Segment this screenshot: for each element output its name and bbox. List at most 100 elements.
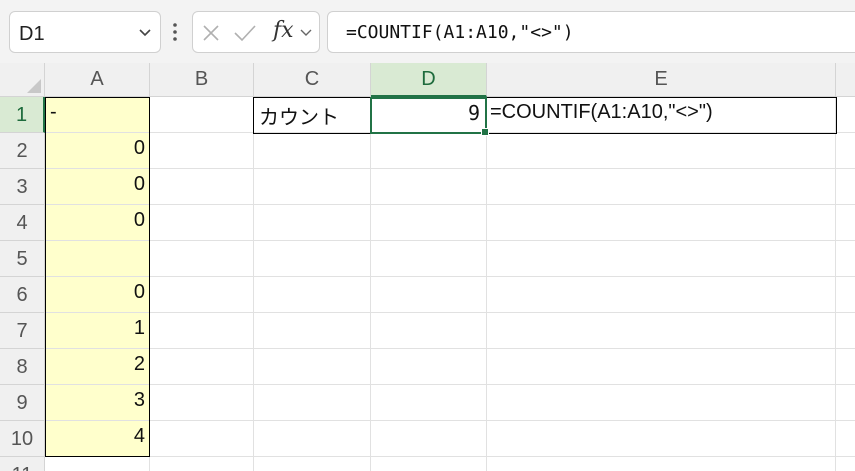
cell-e11[interactable] [487,457,836,471]
cell-e6[interactable] [487,277,836,313]
cell-e9[interactable] [487,385,836,421]
fill-handle[interactable] [481,128,489,136]
row-header-4[interactable]: 4 [0,205,45,241]
cell-d11[interactable] [371,457,487,471]
cell-d8[interactable] [371,349,487,385]
cell-a4-value: 0 [133,209,145,231]
name-box-value: D1 [19,23,45,45]
cell-b2[interactable] [150,133,254,169]
row-header-11[interactable]: 11 [0,457,45,471]
cell-a5[interactable] [45,241,150,277]
cell-a9[interactable]: 3 [45,385,150,421]
column-header-f[interactable] [836,63,855,97]
cell-a8[interactable]: 2 [45,349,150,385]
active-cell-selection[interactable] [370,97,489,136]
cell-a11[interactable] [45,457,150,471]
cell-e4[interactable] [487,205,836,241]
cell-e8[interactable] [487,349,836,385]
cell-b3[interactable] [150,169,254,205]
cell-c1[interactable]: カウント [254,97,371,133]
cell-b11[interactable] [150,457,254,471]
cell-c4[interactable] [254,205,371,241]
cell-d2[interactable] [371,133,487,169]
row-header-5[interactable]: 5 [0,241,45,277]
row-header-2[interactable]: 2 [0,133,45,169]
cell-a3[interactable]: 0 [45,169,150,205]
cell-b5[interactable] [150,241,254,277]
cell-e2[interactable] [487,133,836,169]
cell-b1[interactable] [150,97,254,133]
cell-d10[interactable] [371,421,487,457]
more-options-icon[interactable] [172,22,178,42]
cell-f1[interactable] [836,97,855,133]
insert-function-icon[interactable]: fx [273,18,294,43]
column-header-a[interactable]: A [45,63,150,97]
row-header-3[interactable]: 3 [0,169,45,205]
row-header-1[interactable]: 1 [0,97,45,133]
cell-f10[interactable] [836,421,855,457]
cell-d6[interactable] [371,277,487,313]
cell-a1[interactable]: - [45,97,150,133]
cell-c2[interactable] [254,133,371,169]
cell-c8[interactable] [254,349,371,385]
cell-c10[interactable] [254,421,371,457]
cell-f4[interactable] [836,205,855,241]
cell-c9[interactable] [254,385,371,421]
cell-c7[interactable] [254,313,371,349]
cell-d3[interactable] [371,169,487,205]
cell-a7[interactable]: 1 [45,313,150,349]
formula-text: =COUNTIF(A1:A10,"<>") [346,22,574,43]
row-header-10[interactable]: 10 [0,421,45,457]
cell-e7[interactable] [487,313,836,349]
enter-check-icon[interactable] [233,23,257,43]
cell-f8[interactable] [836,349,855,385]
cell-e1[interactable]: =COUNTIF(A1:A10,"<>") [487,97,836,133]
cell-a10[interactable]: 4 [45,421,150,457]
cancel-icon[interactable] [201,23,221,43]
cell-f5[interactable] [836,241,855,277]
chevron-down-icon[interactable] [138,26,152,40]
cell-a7-value: 1 [133,317,145,339]
cell-b8[interactable] [150,349,254,385]
cell-a2[interactable]: 0 [45,133,150,169]
cell-b10[interactable] [150,421,254,457]
cell-a6[interactable]: 0 [45,277,150,313]
cell-d9[interactable] [371,385,487,421]
cell-a4[interactable]: 0 [45,205,150,241]
cell-c3[interactable] [254,169,371,205]
cell-f7[interactable] [836,313,855,349]
row-header-8[interactable]: 8 [0,349,45,385]
column-header-c[interactable]: C [254,63,371,97]
cell-b9[interactable] [150,385,254,421]
cell-d5[interactable] [371,241,487,277]
row-header-7[interactable]: 7 [0,313,45,349]
cell-f9[interactable] [836,385,855,421]
cell-b7[interactable] [150,313,254,349]
column-header-e[interactable]: E [487,63,836,97]
cell-c1-value: カウント [259,107,339,129]
cell-e1-value: =COUNTIF(A1:A10,"<>") [490,101,713,123]
cell-c11[interactable] [254,457,371,471]
select-all-button[interactable] [0,63,45,97]
column-header-d[interactable]: D [371,63,487,97]
cell-b6[interactable] [150,277,254,313]
cell-f3[interactable] [836,169,855,205]
cell-d7[interactable] [371,313,487,349]
column-header-b[interactable]: B [150,63,254,97]
name-box[interactable]: D1 [9,11,161,53]
cell-f11[interactable] [836,457,855,471]
row-header-6[interactable]: 6 [0,277,45,313]
cell-a3-value: 0 [133,173,145,195]
cell-c5[interactable] [254,241,371,277]
cell-b4[interactable] [150,205,254,241]
formula-input[interactable]: =COUNTIF(A1:A10,"<>") [327,11,855,53]
cell-e5[interactable] [487,241,836,277]
cell-e3[interactable] [487,169,836,205]
cell-f2[interactable] [836,133,855,169]
cell-d4[interactable] [371,205,487,241]
cell-f6[interactable] [836,277,855,313]
cell-e10[interactable] [487,421,836,457]
cell-c6[interactable] [254,277,371,313]
chevron-down-icon[interactable] [299,26,313,40]
row-header-9[interactable]: 9 [0,385,45,421]
